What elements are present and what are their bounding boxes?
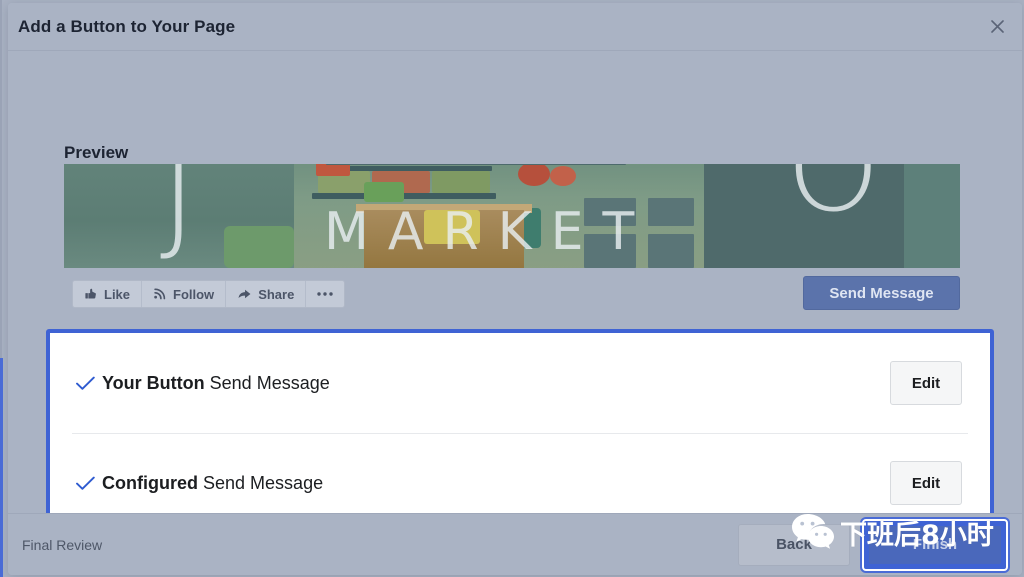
checkmark-icon <box>76 476 102 491</box>
page-cover-photo: J O MARKET <box>64 164 960 268</box>
like-button[interactable]: Like <box>73 281 143 307</box>
cover-wordmark: MARKET <box>324 202 654 262</box>
cover-brand-logo: J O MARKET <box>64 164 960 268</box>
review-row-your-button: Your Button Send Message Edit <box>50 333 990 433</box>
rss-follow-icon <box>153 287 167 301</box>
preview-section-label: Preview <box>64 143 129 162</box>
share-arrow-icon <box>237 287 252 301</box>
send-message-cta-button[interactable]: Send Message <box>803 276 960 310</box>
finish-button[interactable]: Finish <box>869 525 1001 564</box>
finish-button-focus-ring: Finish <box>862 518 1008 571</box>
review-row-value: Send Message <box>203 472 324 493</box>
like-button-label: Like <box>104 286 131 302</box>
cover-logo-right-letter: O <box>786 164 881 239</box>
close-icon[interactable] <box>986 16 1008 38</box>
thumbs-up-icon <box>84 287 98 301</box>
share-button-label: Share <box>258 286 295 302</box>
step-label: Final Review <box>22 536 103 553</box>
page-action-button-group: Like Follow Share <box>72 280 346 308</box>
back-button[interactable]: Back <box>738 523 850 566</box>
review-row-value: Send Message <box>209 372 330 393</box>
dialog-body: Preview J O MARKET Like Follow Share Sen… <box>8 51 1022 529</box>
review-row-text: Configured Send Message <box>102 473 890 494</box>
screen: Add a Button to Your Page Preview J O MA… <box>0 0 1024 577</box>
edit-button-your-button[interactable]: Edit <box>890 361 962 405</box>
dialog-header: Add a Button to Your Page <box>8 3 1022 51</box>
cover-logo-left-letter: J <box>160 164 198 266</box>
review-row-title: Your Button <box>102 372 205 393</box>
footer-actions: Back Finish <box>738 518 1008 571</box>
checkmark-icon <box>76 376 102 391</box>
follow-button[interactable]: Follow <box>142 281 227 307</box>
share-button[interactable]: Share <box>226 281 307 307</box>
follow-button-label: Follow <box>173 286 215 302</box>
more-options-icon <box>316 291 334 297</box>
more-options-button[interactable] <box>306 281 344 307</box>
review-row-title: Configured <box>102 472 198 493</box>
dialog-title: Add a Button to Your Page <box>18 16 236 36</box>
edit-button-configured[interactable]: Edit <box>890 461 962 505</box>
dialog-footer: Final Review Back Finish <box>8 513 1022 575</box>
review-row-text: Your Button Send Message <box>102 373 890 394</box>
left-highlight-sliver <box>0 358 3 577</box>
add-button-dialog: Add a Button to Your Page Preview J O MA… <box>8 3 1022 575</box>
final-review-panel: Your Button Send Message Edit Configured… <box>46 329 994 529</box>
page-action-bar: Like Follow Share Send Message <box>64 268 960 318</box>
